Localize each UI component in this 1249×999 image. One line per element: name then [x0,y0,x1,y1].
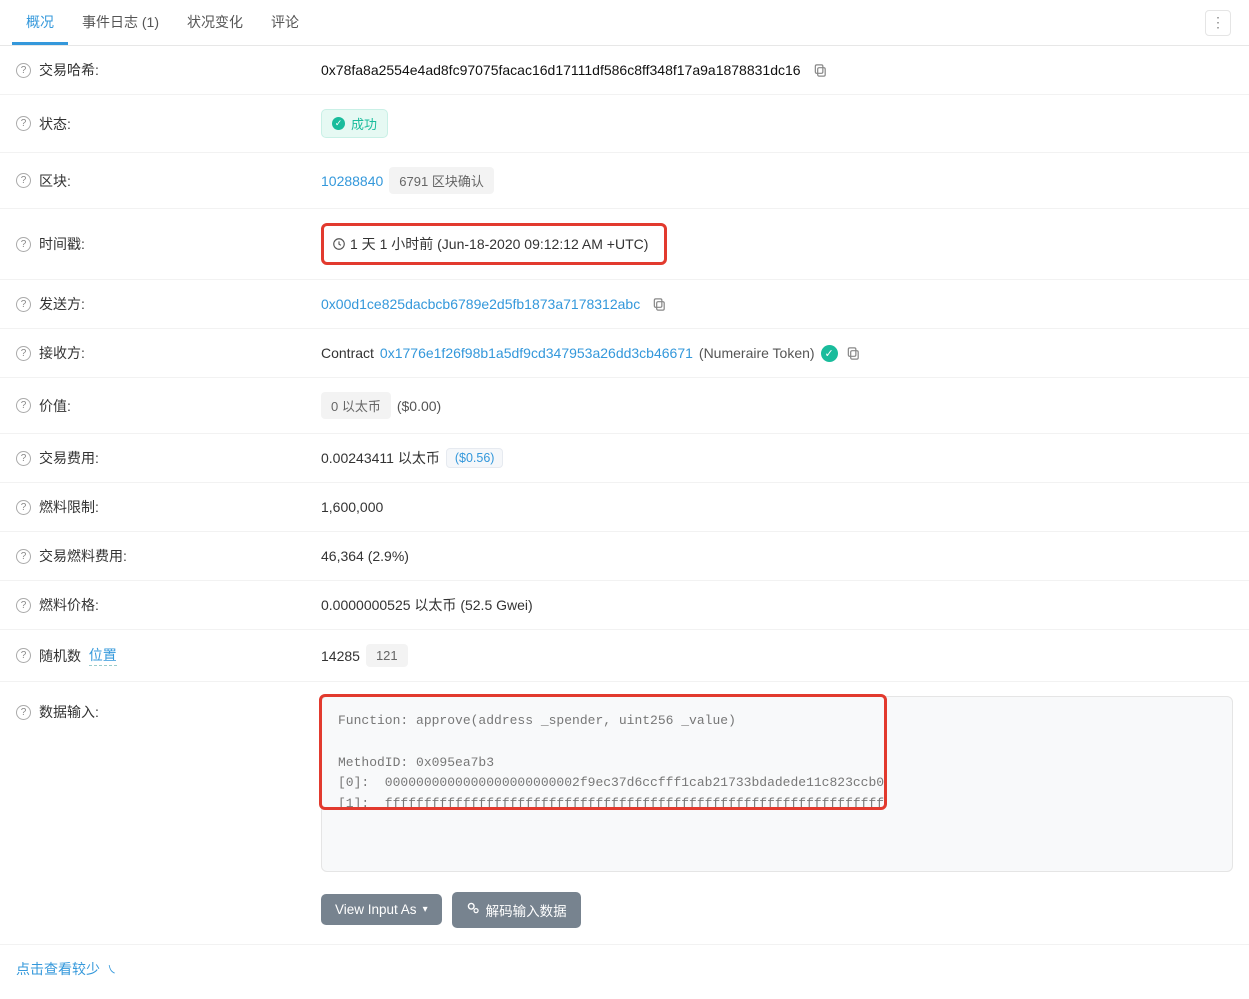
tab-state-changes[interactable]: 状况变化 [173,0,257,45]
help-icon[interactable]: ? [16,549,31,564]
row-block: ? 区块: 10288840 6791 区块确认 [0,153,1249,209]
toggle-less-label: 点击查看较少 [16,959,100,979]
txfee-usd: ($0.56) [446,448,504,468]
label-block: 区块: [39,171,71,191]
tab-comments[interactable]: 评论 [257,0,313,45]
label-from: 发送方: [39,294,85,314]
view-input-as-label: View Input As [335,902,417,917]
help-icon[interactable]: ? [16,705,31,720]
gas-price-value: 0.0000000525 以太币 (52.5 Gwei) [321,595,533,615]
help-icon[interactable]: ? [16,173,31,188]
label-timestamp: 时间戳: [39,234,85,254]
label-tx-hash: 交易哈希: [39,60,99,80]
to-contract-name: (Numeraire Token) [699,345,815,361]
input-function-line: Function: approve(address _spender, uint… [338,713,736,728]
toggle-less-link[interactable]: 点击查看较少 ㇏ [0,945,1249,999]
row-input-data: ? 数据输入: Function: approve(address _spend… [0,682,1249,886]
label-gas-used: 交易燃料费用: [39,546,127,566]
label-to: 接收方: [39,343,85,363]
tab-overview[interactable]: 概况 [12,0,68,45]
tx-hash-value: 0x78fa8a2554e4ad8fc97075facac16d17111df5… [321,62,801,78]
row-gas-used: ? 交易燃料费用: 46,364 (2.9%) [0,532,1249,581]
view-input-as-button[interactable]: View Input As ▾ [321,894,442,925]
row-tx-hash: ? 交易哈希: 0x78fa8a2554e4ad8fc97075facac16d… [0,46,1249,95]
help-icon[interactable]: ? [16,297,31,312]
nonce-position-link[interactable]: 位置 [89,645,117,666]
label-gas-price: 燃料价格: [39,595,99,615]
block-number-link[interactable]: 10288840 [321,173,383,189]
row-input-buttons: View Input As ▾ 解码输入数据 [0,886,1249,945]
chevron-down-icon: ▾ [423,904,428,915]
label-tx-fee: 交易费用: [39,448,99,468]
txfee-eth: 0.00243411 以太币 [321,448,440,468]
check-circle-icon: ✓ [821,345,838,362]
input-data-box[interactable]: Function: approve(address _spender, uint… [321,696,1233,872]
copy-icon[interactable] [846,346,861,361]
copy-icon[interactable] [652,297,667,312]
input-data-highlight [319,694,887,810]
row-tx-fee: ? 交易费用: 0.00243411 以太币 ($0.56) [0,434,1249,483]
label-nonce: 随机数 [39,646,81,666]
clock-icon [332,237,346,251]
label-input-data: 数据输入: [39,702,99,722]
gas-used-value: 46,364 (2.9%) [321,548,409,564]
row-status: ? 状态: ✓ 成功 [0,95,1249,153]
to-prefix: Contract [321,345,374,361]
help-icon[interactable]: ? [16,116,31,131]
block-confirmations: 6791 区块确认 [389,167,494,194]
row-gas-limit: ? 燃料限制: 1,600,000 [0,483,1249,532]
help-icon[interactable]: ? [16,398,31,413]
help-icon[interactable]: ? [16,237,31,252]
gas-limit-value: 1,600,000 [321,499,383,515]
help-icon[interactable]: ? [16,63,31,78]
label-gas-limit: 燃料限制: [39,497,99,517]
nonce-value: 14285 [321,648,360,664]
copy-icon[interactable] [813,63,828,78]
tabs-bar: 概况 事件日志 (1) 状况变化 评论 ⋮ [0,0,1249,46]
chevron-up-icon: ㇏ [106,961,117,977]
label-status: 状态: [39,114,71,134]
value-eth: 0 以太币 [321,392,391,419]
row-timestamp: ? 时间戳: 1 天 1 小时前 (Jun-18-2020 09:12:12 A… [0,209,1249,280]
decode-input-label: 解码输入数据 [486,900,567,920]
input-method-line: MethodID: 0x095ea7b3 [338,755,494,770]
check-circle-icon: ✓ [332,117,345,130]
to-address-link[interactable]: 0x1776e1f26f98b1a5df9cd347953a26dd3cb466… [380,345,693,361]
decode-input-button[interactable]: 解码输入数据 [452,892,581,928]
vertical-dots-icon: ⋮ [1211,14,1225,31]
row-from: ? 发送方: 0x00d1ce825dacbcb6789e2d5fb1873a7… [0,280,1249,329]
row-value: ? 价值: 0 以太币 ($0.00) [0,378,1249,434]
from-address-link[interactable]: 0x00d1ce825dacbcb6789e2d5fb1873a7178312a… [321,296,640,312]
help-icon[interactable]: ? [16,451,31,466]
nonce-position-value: 121 [366,644,408,667]
timestamp-value: 1 天 1 小时前 (Jun-18-2020 09:12:12 AM +UTC) [350,234,648,254]
cogs-icon [466,901,480,918]
status-badge: ✓ 成功 [321,109,388,138]
row-to: ? 接收方: Contract 0x1776e1f26f98b1a5df9cd3… [0,329,1249,378]
label-value: 价值: [39,396,71,416]
help-icon[interactable]: ? [16,346,31,361]
row-gas-price: ? 燃料价格: 0.0000000525 以太币 (52.5 Gwei) [0,581,1249,630]
help-icon[interactable]: ? [16,648,31,663]
status-text: 成功 [351,114,377,133]
row-nonce: ? 随机数 位置 14285 121 [0,630,1249,682]
help-icon[interactable]: ? [16,598,31,613]
timestamp-highlight: 1 天 1 小时前 (Jun-18-2020 09:12:12 AM +UTC) [321,223,667,265]
help-icon[interactable]: ? [16,500,31,515]
input-param-0: [0]: 0000000000000000000000002f9ec37d6cc… [338,775,884,790]
tab-event-logs[interactable]: 事件日志 (1) [68,0,173,45]
value-usd: ($0.00) [397,398,441,414]
more-menu-button[interactable]: ⋮ [1205,10,1231,36]
